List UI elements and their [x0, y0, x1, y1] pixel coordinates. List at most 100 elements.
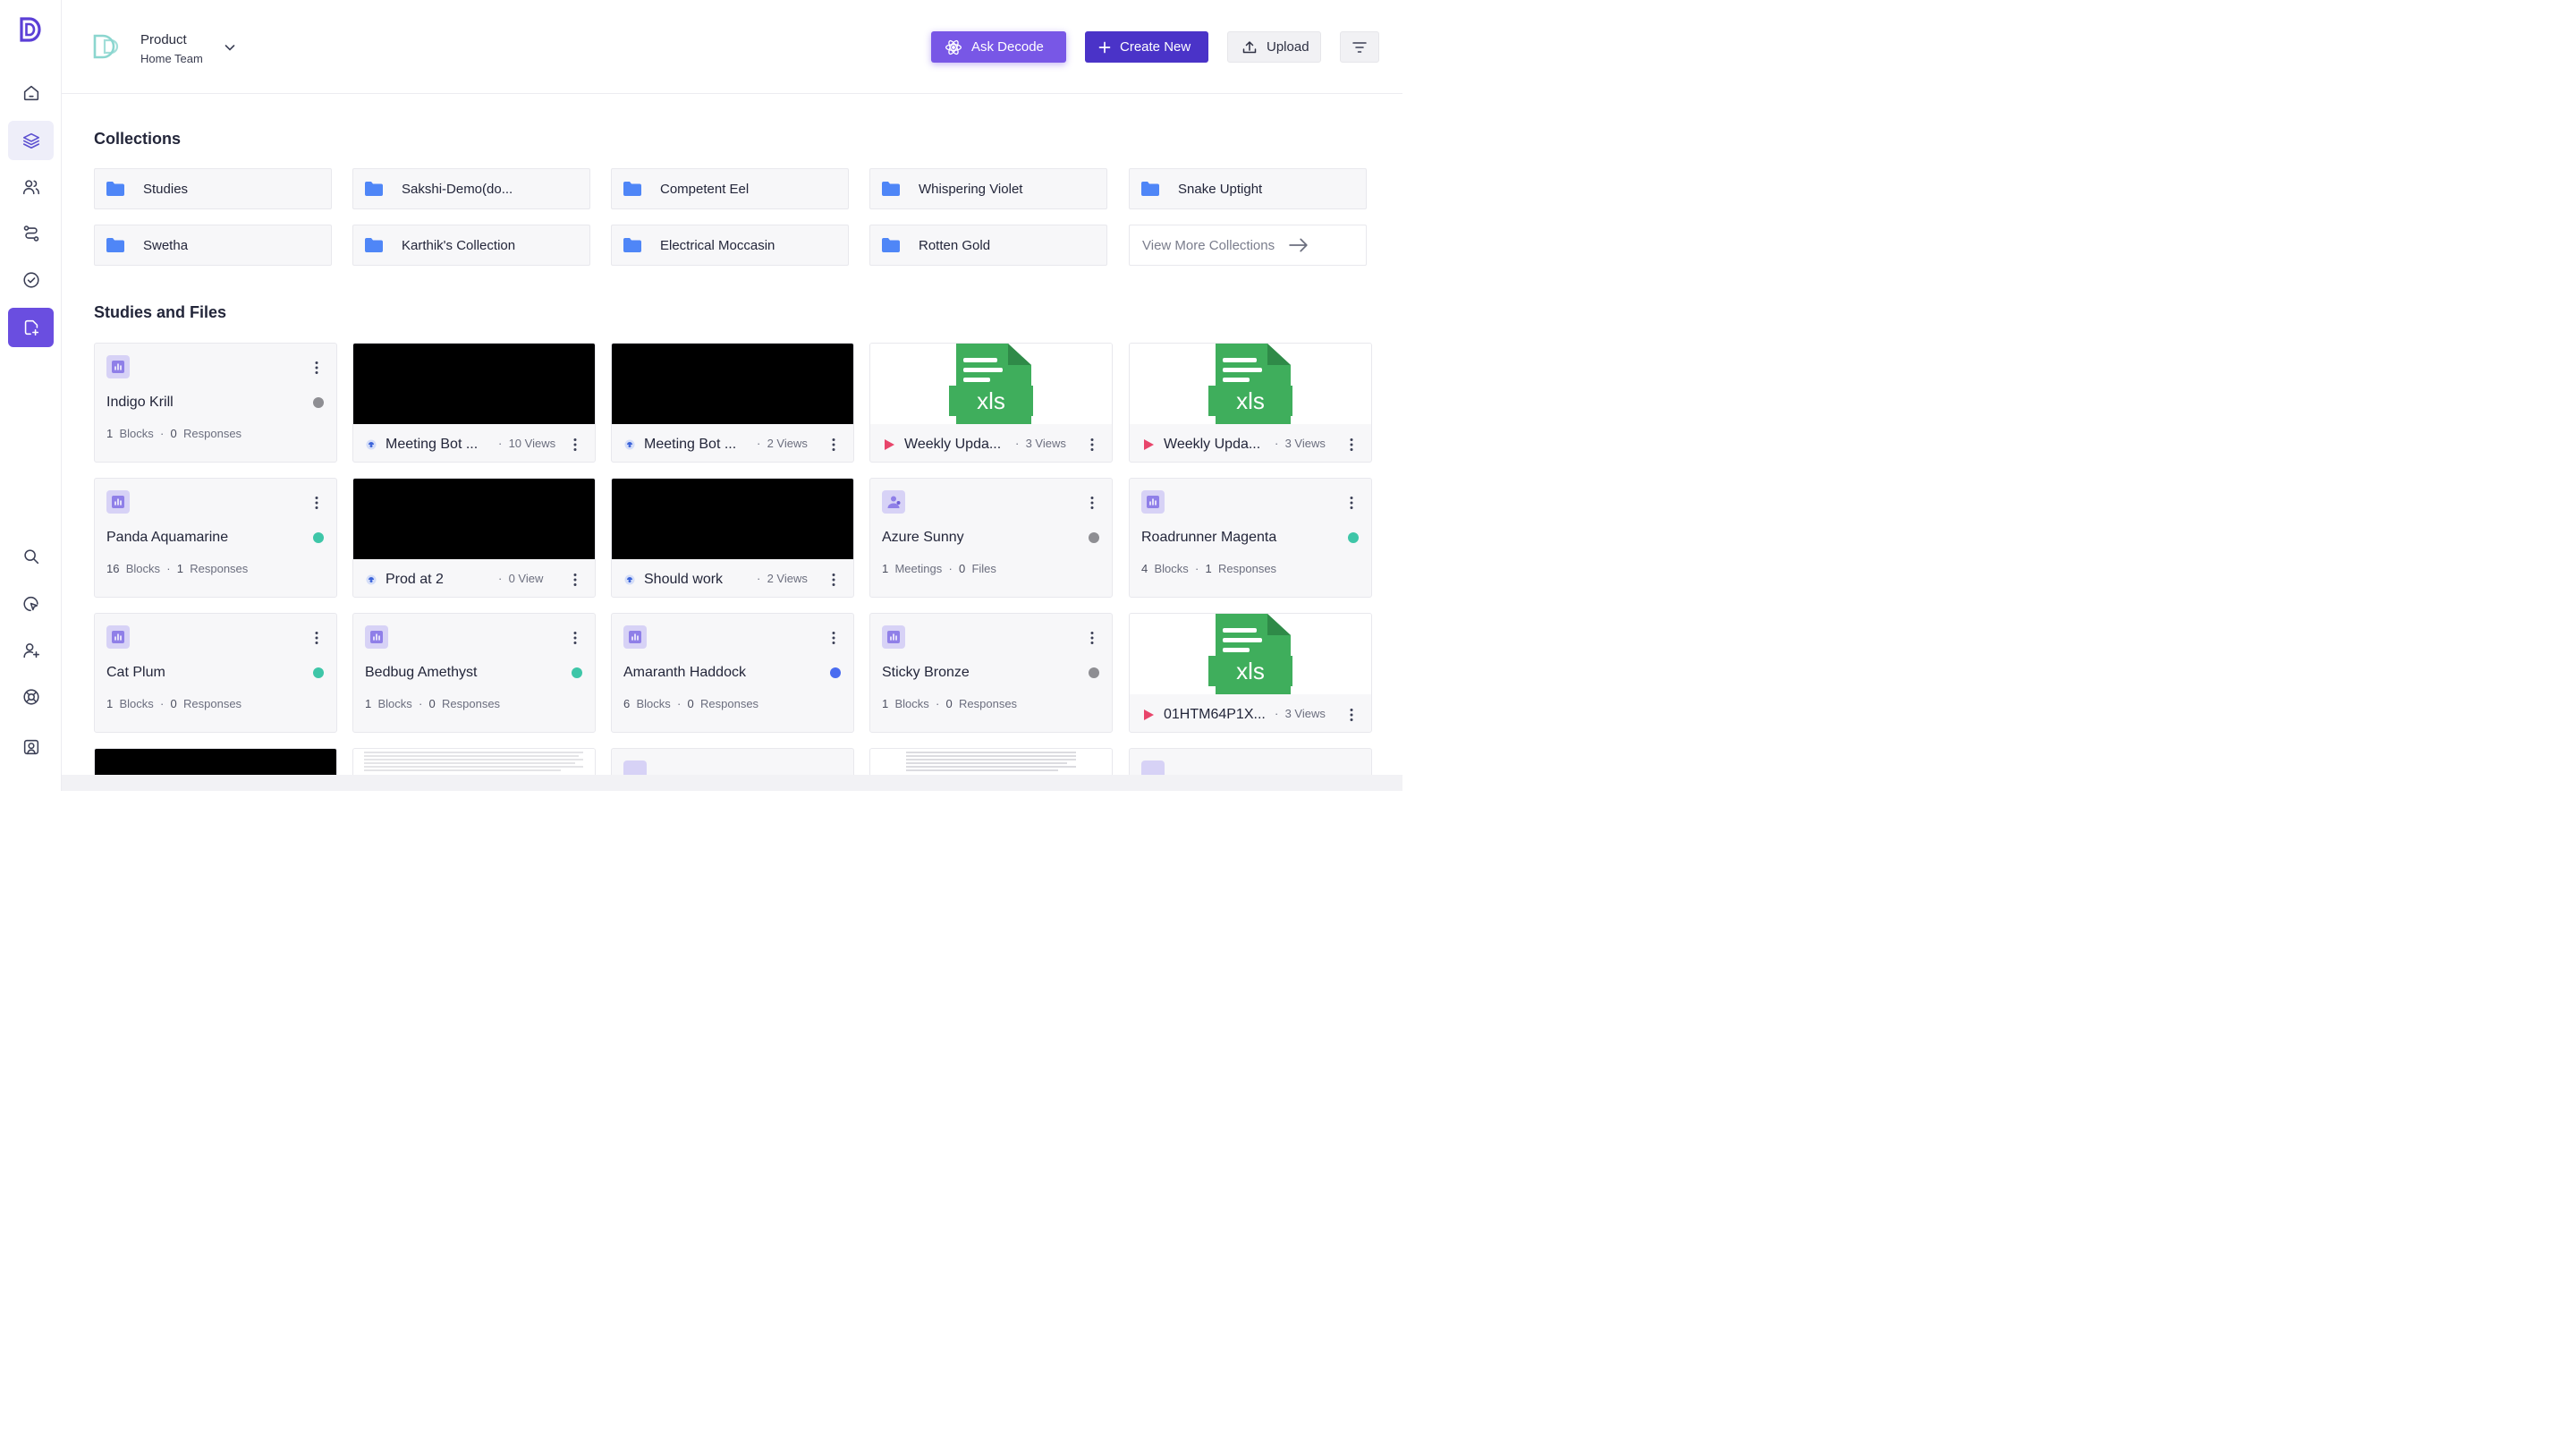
workspace-team[interactable]: Home Team [140, 52, 203, 65]
card-menu[interactable] [568, 573, 582, 587]
study-meta: 16 Blocks · 1 Responses [106, 562, 249, 575]
more-vertical-icon[interactable] [1085, 438, 1099, 452]
file-card[interactable]: xls Weekly Upda... · 3 Views [869, 343, 1113, 463]
view-more-collections-button[interactable]: View More Collections [1129, 225, 1367, 266]
card-menu[interactable] [1344, 496, 1359, 510]
scroll-fade [62, 775, 1402, 791]
collection-name: Karthik's Collection [402, 237, 516, 253]
nav-library[interactable] [8, 121, 54, 160]
card-menu[interactable] [1344, 708, 1359, 722]
study-card[interactable]: Panda Aquamarine 16 Blocks · 1 Responses [94, 478, 337, 598]
more-vertical-icon[interactable] [309, 361, 324, 375]
create-new-button[interactable]: Create New [1085, 31, 1208, 63]
more-vertical-icon[interactable] [1344, 438, 1359, 452]
nav-help[interactable] [8, 677, 54, 717]
nav-invite[interactable] [8, 631, 54, 670]
nav-workflow[interactable] [8, 214, 54, 253]
svg-text:xls: xls [1236, 658, 1265, 684]
study-card[interactable]: Azure Sunny 1 Meetings · 0 Files [869, 478, 1113, 598]
card-menu[interactable] [826, 631, 841, 645]
nav-tasks[interactable] [8, 260, 54, 300]
meeting-recording-card[interactable]: Should work · 2 Views [611, 478, 854, 598]
card-menu[interactable] [309, 361, 324, 375]
card-menu[interactable] [309, 496, 324, 510]
view-count: · 3 Views [1275, 437, 1326, 450]
more-vertical-icon[interactable] [568, 438, 582, 452]
card-menu[interactable] [1344, 438, 1359, 452]
more-vertical-icon[interactable] [826, 438, 841, 452]
collection-name: Whispering Violet [919, 181, 1023, 197]
nav-profile[interactable] [8, 727, 54, 767]
collection-item[interactable]: Sakshi-Demo(do... [352, 168, 590, 209]
ask-decode-button[interactable]: Ask Decode [931, 31, 1066, 63]
card-menu[interactable] [1085, 631, 1099, 645]
folder-icon [106, 182, 124, 196]
nav-create-file[interactable] [8, 308, 54, 347]
meeting-recording-card[interactable]: Prod at 2 · 0 View [352, 478, 596, 598]
more-vertical-icon[interactable] [826, 631, 841, 645]
chevron-down-icon[interactable] [223, 40, 237, 55]
meta-count-2: 0 [945, 697, 953, 710]
media-title: Meeting Bot ... [386, 437, 479, 452]
user-plus-icon [22, 643, 39, 659]
more-vertical-icon[interactable] [1085, 631, 1099, 645]
collection-item[interactable]: Karthik's Collection [352, 225, 590, 266]
collection-item[interactable]: Swetha [94, 225, 332, 266]
card-menu[interactable] [568, 438, 582, 452]
more-vertical-icon[interactable] [568, 631, 582, 645]
meta-label-2: Responses [442, 697, 501, 710]
collection-name: Swetha [143, 237, 189, 253]
play-icon [1144, 439, 1154, 450]
decode-logo[interactable] [19, 17, 42, 42]
study-title: Cat Plum [106, 665, 165, 680]
upload-button[interactable]: Upload [1227, 31, 1321, 63]
status-dot [572, 667, 582, 678]
workspace-name[interactable]: Product [140, 32, 187, 47]
more-vertical-icon[interactable] [309, 496, 324, 510]
study-card[interactable]: Indigo Krill 1 Blocks · 0 Responses [94, 343, 337, 463]
study-card[interactable]: Cat Plum 1 Blocks · 0 Responses [94, 613, 337, 733]
nav-people[interactable] [8, 167, 54, 207]
card-menu[interactable] [826, 438, 841, 452]
nav-extension[interactable] [8, 584, 54, 624]
more-vertical-icon[interactable] [568, 573, 582, 587]
chart-icon [629, 631, 641, 643]
collection-item[interactable]: Whispering Violet [869, 168, 1107, 209]
meeting-recording-card[interactable]: Meeting Bot ... · 2 Views [611, 343, 854, 463]
nav-home[interactable] [8, 73, 54, 113]
status-dot [830, 667, 841, 678]
study-card[interactable]: Roadrunner Magenta 4 Blocks · 1 Responses [1129, 478, 1372, 598]
card-menu[interactable] [568, 631, 582, 645]
card-menu[interactable] [1085, 438, 1099, 452]
collection-item[interactable]: Studies [94, 168, 332, 209]
more-vertical-icon[interactable] [309, 631, 324, 645]
views-text: 3 Views [1025, 437, 1066, 450]
study-card[interactable]: Bedbug Amethyst 1 Blocks · 0 Responses [352, 613, 596, 733]
meeting-recording-card[interactable]: Meeting Bot ... · 10 Views [352, 343, 596, 463]
play-icon [885, 439, 894, 450]
media-info-row: Weekly Upda... [1142, 435, 1362, 455]
more-vertical-icon[interactable] [1085, 496, 1099, 510]
study-type-badge [882, 625, 905, 649]
collection-name: Rotten Gold [919, 237, 991, 253]
collection-item[interactable]: Rotten Gold [869, 225, 1107, 266]
file-card[interactable]: xls 01HTM64P1X... · 3 Views [1129, 613, 1372, 733]
collection-item[interactable]: Snake Uptight [1129, 168, 1367, 209]
more-vertical-icon[interactable] [1344, 496, 1359, 510]
study-card[interactable]: Sticky Bronze 1 Blocks · 0 Responses [869, 613, 1113, 733]
filter-button[interactable] [1340, 31, 1379, 63]
card-menu[interactable] [1085, 496, 1099, 510]
video-thumbnail [353, 344, 595, 424]
collection-item[interactable]: Competent Eel [611, 168, 849, 209]
more-vertical-icon[interactable] [1344, 708, 1359, 722]
collection-item[interactable]: Electrical Moccasin [611, 225, 849, 266]
meta-label-2: Responses [959, 697, 1018, 710]
video-thumbnail [612, 344, 853, 424]
study-card[interactable]: Amaranth Haddock 6 Blocks · 0 Responses [611, 613, 854, 733]
card-menu[interactable] [826, 573, 841, 587]
card-menu[interactable] [309, 631, 324, 645]
arrow-right-icon [1289, 238, 1308, 252]
file-card[interactable]: xls Weekly Upda... · 3 Views [1129, 343, 1372, 463]
nav-search[interactable] [8, 537, 54, 576]
more-vertical-icon[interactable] [826, 573, 841, 587]
